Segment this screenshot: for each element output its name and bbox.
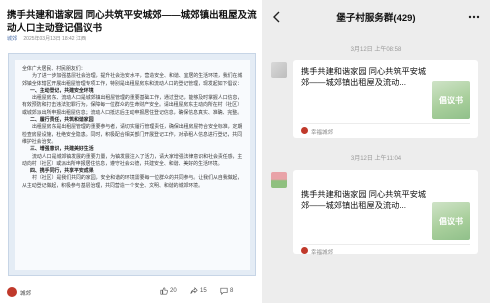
- card-title: 携手共建和谐家园 同心共筑平安城郊——城郊镇出租屋及流动...: [301, 190, 427, 210]
- source-account-icon: [301, 127, 308, 134]
- card-thumbnail: 倡议书: [432, 202, 470, 240]
- document-paragraph: 出租屋房东、流动人口是城郊镇出租屋管理的重要基础工作，通过登记，能够及时掌握人口…: [22, 96, 243, 116]
- document-page: 全体广大居民、村民朋友们： 为了进一步加强基层社会治理，提升社会治安水平，营造安全…: [15, 60, 250, 270]
- share-count: 15: [200, 288, 207, 294]
- article-meta: 城郊 2025年03月13日 18:42 江西: [7, 35, 86, 42]
- article-action-bar: 城郊 20 15 8: [0, 282, 262, 303]
- thumbnail-label: 倡议书: [439, 217, 463, 226]
- more-options-icon[interactable]: [467, 11, 481, 23]
- like-count: 20: [170, 288, 177, 294]
- card-divider: [301, 244, 470, 245]
- author-avatar[interactable]: [7, 287, 17, 297]
- thumbs-up-icon: [160, 287, 168, 295]
- document-body: 全体广大居民、村民朋友们： 为了进一步加强基层社会治理，提升社会治安水平，营造安全…: [22, 66, 244, 190]
- sender-avatar[interactable]: [271, 62, 287, 78]
- proposal-document-image: 全体广大居民、村民朋友们： 为了进一步加强基层社会治理，提升社会治安水平，营造安全…: [8, 53, 256, 276]
- group-chat-title: 堡子村服务群(429): [336, 13, 416, 24]
- shared-article-card[interactable]: 携手共建和谐家园 同心共筑平安城郊——城郊镇出租屋及流动... 倡议书 幸福城郊: [293, 170, 478, 256]
- source-account-name: 幸福城郊: [311, 250, 334, 256]
- chat-header: 堡子村服务群(429): [262, 0, 490, 33]
- comment-button[interactable]: 8: [220, 287, 233, 295]
- share-button[interactable]: 15: [190, 287, 207, 295]
- chat-panel: 堡子村服务群(429) 3月12日 上午08:58 携手共建和谐家园 同心共筑平…: [262, 0, 490, 303]
- article-title: 携手共建和谐家园 同心共筑平安城郊——城郊镇出租屋及流动人口主动登记倡议书: [7, 10, 257, 34]
- source-account-icon: [301, 247, 308, 254]
- message-timestamp: 3月12日 上午11:04: [350, 156, 402, 162]
- card-divider: [301, 123, 470, 124]
- document-section-heading: 四、携手同行，共享平安成果: [30, 169, 94, 175]
- account-link[interactable]: 城郊: [7, 36, 17, 42]
- author-name[interactable]: 城郊: [20, 289, 31, 297]
- share-icon: [190, 287, 198, 294]
- comment-count: 8: [230, 288, 234, 294]
- source-account-name: 幸福城郊: [311, 130, 334, 136]
- document-section-heading: 二、履行责任，共筑和谐家园: [30, 118, 94, 124]
- thumbnail-label: 倡议书: [439, 96, 463, 105]
- shared-article-card[interactable]: 携手共建和谐家园 同心共筑平安城郊——城郊镇出租屋及流动... 倡议书 幸福城郊: [293, 60, 478, 138]
- document-paragraph: 全体广大居民、村民朋友们：: [22, 67, 86, 72]
- document-section-heading: 三、增强意识，共建美好生活: [30, 147, 94, 153]
- document-paragraph: 为了进一步加强基层社会治理，提升社会治安水平，营造安全、和谐、宜居的生活环境，我…: [22, 74, 243, 87]
- card-thumbnail: 倡议书: [432, 81, 470, 119]
- document-paragraph: 村（社区）是我们共同的家园，安全和谐的环境需要每一位群众的共同参与。让我们从自我…: [22, 176, 243, 189]
- document-section-heading: 一、主动登记，共建安全环境: [30, 88, 94, 94]
- document-paragraph: 流动人口是城郊镇发展的重要力量，为镇发展注入了活力，请大家增强法律意识和社会责任…: [22, 154, 243, 167]
- document-paragraph: 出租屋房东是出租屋管理的重要参与者，请切实履行管理责任，确保出租房屋符合安全标准…: [22, 125, 243, 145]
- message-timestamp: 3月12日 上午08:58: [350, 47, 402, 53]
- publish-date: 2025年03月13日 18:42 江西: [23, 36, 86, 42]
- comment-icon: [220, 287, 228, 295]
- article-panel: 携手共建和谐家园 同心共筑平安城郊——城郊镇出租屋及流动人口主动登记倡议书 城郊…: [0, 0, 262, 303]
- card-title: 携手共建和谐家园 同心共筑平安城郊——城郊镇出租屋及流动...: [301, 67, 427, 87]
- like-button[interactable]: 20: [160, 287, 177, 295]
- sender-avatar[interactable]: [271, 172, 287, 188]
